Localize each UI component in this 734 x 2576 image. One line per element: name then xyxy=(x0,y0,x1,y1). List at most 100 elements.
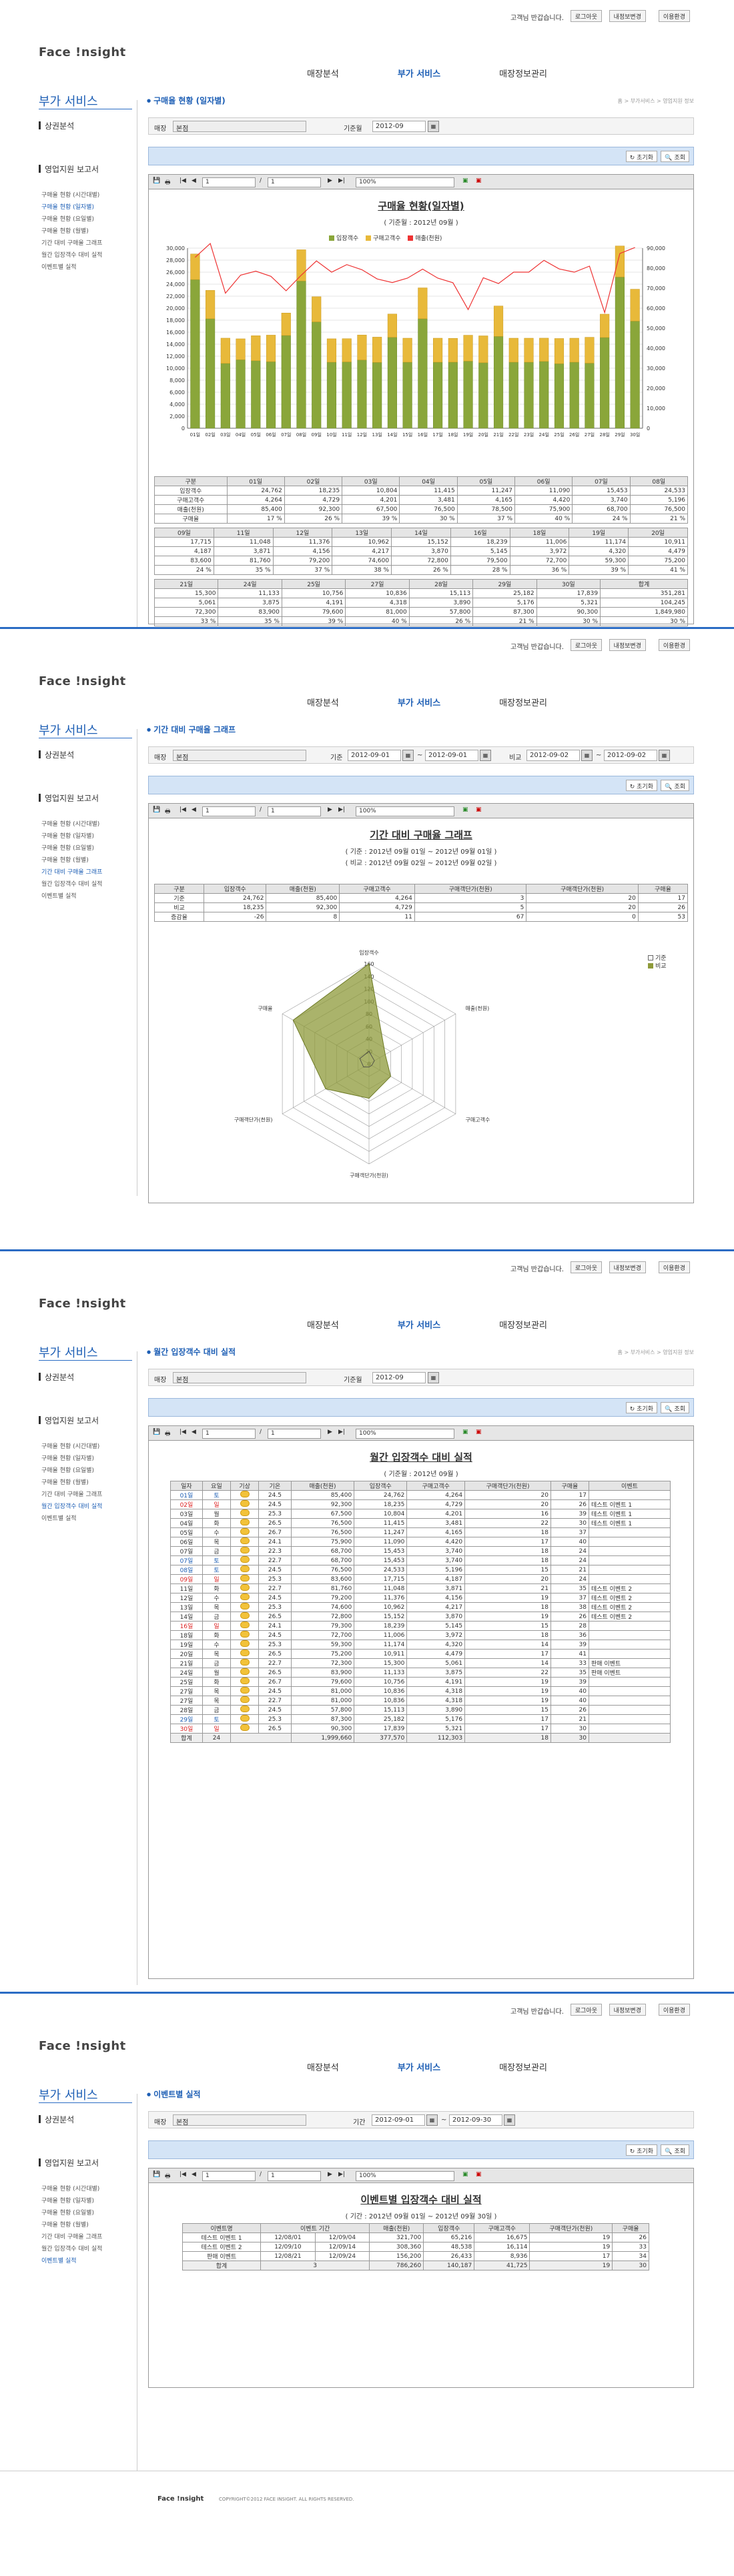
lnb-item[interactable]: 구매율 현황 (요일별) xyxy=(41,1465,135,1477)
logout-button[interactable]: 로그아웃 xyxy=(570,10,602,22)
first-page-icon[interactable]: |◀ xyxy=(179,806,186,813)
lnb-item[interactable]: 구매율 현황 (요일별) xyxy=(41,213,135,225)
save-icon[interactable]: 💾 xyxy=(153,806,160,813)
search-button[interactable]: 🔍 조회 xyxy=(661,2144,689,2156)
print-icon[interactable]: 🖶 xyxy=(165,1429,171,1439)
my-info-button[interactable]: 내정보변경 xyxy=(609,2004,646,2016)
pdf-icon[interactable]: ▣ xyxy=(476,2171,482,2178)
lnb-item[interactable]: 구매율 현황 (일자별) xyxy=(41,1453,135,1465)
lnb-item[interactable]: 기간 대비 구매율 그래프 xyxy=(41,2231,135,2243)
period-from-input[interactable]: 2012-09-01 xyxy=(372,2114,425,2126)
environment-button[interactable]: 이용환경 xyxy=(658,10,690,22)
calendar-icon[interactable]: ▦ xyxy=(402,750,414,761)
lnb-item[interactable]: 구매율 현황 (시간대별) xyxy=(41,818,135,830)
lnb-item[interactable]: 구매율 현황 (일자별) xyxy=(41,830,135,842)
excel-icon[interactable]: ▣ xyxy=(462,1429,468,1435)
logo[interactable]: Face !nsight xyxy=(39,1297,126,1311)
period-to-input[interactable]: 2012-09-30 xyxy=(449,2114,502,2126)
first-page-icon[interactable]: |◀ xyxy=(179,177,186,184)
base-from-input[interactable]: 2012-09-01 xyxy=(348,750,401,761)
my-info-button[interactable]: 내정보변경 xyxy=(609,10,646,22)
next-page-icon[interactable]: ▶ xyxy=(328,2171,332,2178)
lnb-trade-area[interactable]: 상권분석 xyxy=(39,1371,74,1383)
lnb-item[interactable]: 구매율 현황 (일자별) xyxy=(41,201,135,213)
lnb-trade-area[interactable]: 상권분석 xyxy=(39,2114,74,2125)
pdf-icon[interactable]: ▣ xyxy=(476,177,482,184)
page-number-input[interactable]: 1 xyxy=(202,1429,256,1439)
store-select[interactable]: 본점 xyxy=(173,121,306,133)
lnb-item[interactable]: 기간 대비 구매율 그래프 xyxy=(41,1489,135,1501)
lnb-sales-report[interactable]: 영업지원 보고서 xyxy=(39,1415,99,1426)
date-input[interactable]: 2012-09 xyxy=(372,1372,426,1383)
reset-button[interactable]: ↻ 초기화 xyxy=(625,1402,657,1413)
gnb-extra-service[interactable]: 부가 서비스 xyxy=(398,67,440,79)
logo[interactable]: Face !nsight xyxy=(39,674,126,688)
gnb-extra-service[interactable]: 부가 서비스 xyxy=(398,2060,440,2073)
lnb-item[interactable]: 기간 대비 구매율 그래프 xyxy=(41,866,135,878)
lnb-trade-area[interactable]: 상권분석 xyxy=(39,749,74,760)
save-icon[interactable]: 💾 xyxy=(153,2171,160,2178)
print-icon[interactable]: 🖶 xyxy=(165,2171,171,2182)
last-page-icon[interactable]: ▶| xyxy=(338,806,345,813)
lnb-item[interactable]: 월간 입장객수 대비 실적 xyxy=(41,878,135,890)
prev-page-icon[interactable]: ◀ xyxy=(192,1429,196,1435)
lnb-item[interactable]: 기간 대비 구매율 그래프 xyxy=(41,237,135,249)
calendar-icon[interactable]: ▦ xyxy=(428,1372,439,1383)
calendar-icon[interactable]: ▦ xyxy=(504,2114,515,2126)
lnb-item[interactable]: 구매율 현황 (일자별) xyxy=(41,2195,135,2207)
page-number-input[interactable]: 1 xyxy=(202,806,256,816)
gnb-store-info[interactable]: 매장정보관리 xyxy=(499,696,547,708)
first-page-icon[interactable]: |◀ xyxy=(179,2171,186,2178)
lnb-item[interactable]: 이벤트별 실적 xyxy=(41,1513,135,1525)
next-page-icon[interactable]: ▶ xyxy=(328,1429,332,1435)
reset-button[interactable]: ↻ 초기화 xyxy=(625,2144,657,2156)
lnb-item[interactable]: 구매율 현황 (요일별) xyxy=(41,842,135,854)
compare-from-input[interactable]: 2012-09-02 xyxy=(526,750,580,761)
lnb-item[interactable]: 이벤트별 실적 xyxy=(41,890,135,902)
last-page-icon[interactable]: ▶| xyxy=(338,2171,345,2178)
zoom-select[interactable]: 100% xyxy=(356,806,454,816)
prev-page-icon[interactable]: ◀ xyxy=(192,806,196,813)
lnb-item[interactable]: 이벤트별 실적 xyxy=(41,2255,135,2267)
logo[interactable]: Face !nsight xyxy=(39,45,126,59)
save-icon[interactable]: 💾 xyxy=(153,177,160,184)
zoom-select[interactable]: 100% xyxy=(356,2171,454,2181)
lnb-item[interactable]: 구매율 현황 (시간대별) xyxy=(41,1441,135,1453)
lnb-item[interactable]: 구매율 현황 (요일별) xyxy=(41,2207,135,2219)
gnb-store-info[interactable]: 매장정보관리 xyxy=(499,1318,547,1331)
search-button[interactable]: 🔍 조회 xyxy=(661,1402,689,1413)
calendar-icon[interactable]: ▦ xyxy=(581,750,593,761)
pdf-icon[interactable]: ▣ xyxy=(476,1429,482,1435)
search-button[interactable]: 🔍 조회 xyxy=(661,151,689,162)
calendar-icon[interactable]: ▦ xyxy=(428,121,439,132)
calendar-icon[interactable]: ▦ xyxy=(480,750,491,761)
lnb-item[interactable]: 구매율 현황 (시간대별) xyxy=(41,189,135,201)
logout-button[interactable]: 로그아웃 xyxy=(570,639,602,651)
environment-button[interactable]: 이용환경 xyxy=(658,2004,690,2016)
reset-button[interactable]: ↻ 초기화 xyxy=(625,151,657,162)
gnb-extra-service[interactable]: 부가 서비스 xyxy=(398,1318,440,1331)
save-icon[interactable]: 💾 xyxy=(153,1429,160,1435)
compare-to-input[interactable]: 2012-09-02 xyxy=(604,750,657,761)
gnb-store-info[interactable]: 매장정보관리 xyxy=(499,67,547,79)
zoom-select[interactable]: 100% xyxy=(356,1429,454,1439)
lnb-item[interactable]: 구매율 현황 (월별) xyxy=(41,225,135,237)
lnb-item[interactable]: 구매율 현황 (월별) xyxy=(41,2219,135,2231)
store-select[interactable]: 본점 xyxy=(173,2114,306,2126)
print-icon[interactable]: 🖶 xyxy=(165,177,171,188)
last-page-icon[interactable]: ▶| xyxy=(338,177,345,184)
next-page-icon[interactable]: ▶ xyxy=(328,806,332,813)
environment-button[interactable]: 이용환경 xyxy=(658,1261,690,1273)
gnb-store-info[interactable]: 매장정보관리 xyxy=(499,2060,547,2073)
reset-button[interactable]: ↻ 초기화 xyxy=(625,780,657,791)
gnb-store-analysis[interactable]: 매장분석 xyxy=(307,67,339,79)
logout-button[interactable]: 로그아웃 xyxy=(570,2004,602,2016)
calendar-icon[interactable]: ▦ xyxy=(426,2114,438,2126)
lnb-trade-area[interactable]: 상권분석 xyxy=(39,120,74,131)
lnb-item[interactable]: 구매율 현황 (시간대별) xyxy=(41,2183,135,2195)
my-info-button[interactable]: 내정보변경 xyxy=(609,1261,646,1273)
last-page-icon[interactable]: ▶| xyxy=(338,1429,345,1435)
lnb-item[interactable]: 월간 입장객수 대비 실적 xyxy=(41,249,135,261)
lnb-item[interactable]: 월간 입장객수 대비 실적 xyxy=(41,2243,135,2255)
lnb-item[interactable]: 구매율 현황 (월별) xyxy=(41,1477,135,1489)
